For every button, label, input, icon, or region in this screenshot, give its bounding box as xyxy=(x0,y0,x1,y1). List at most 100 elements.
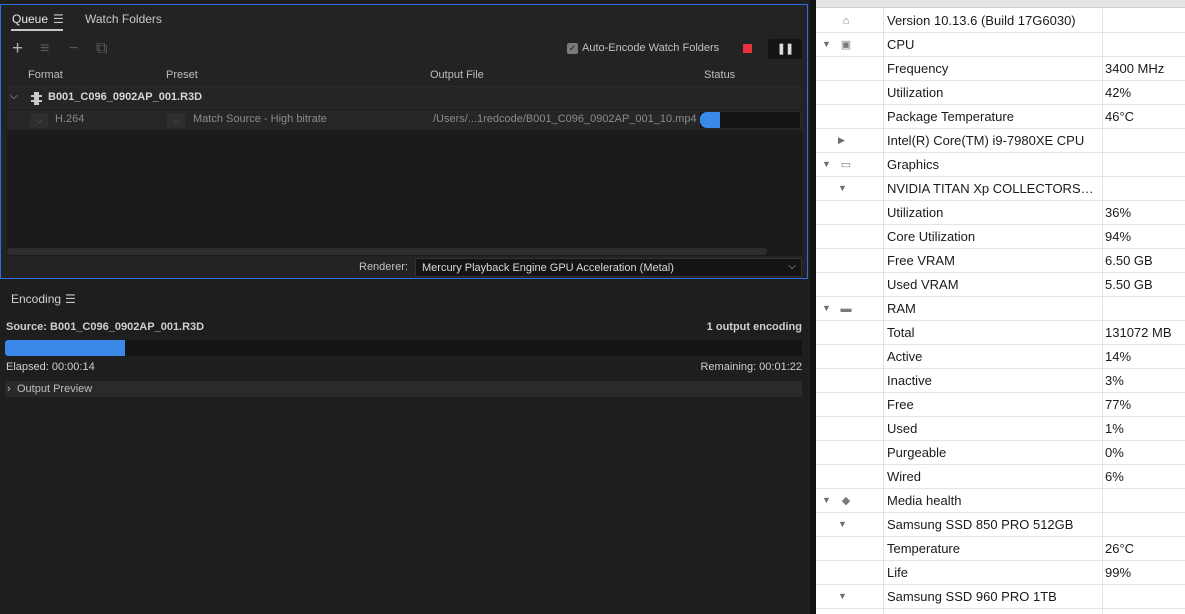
monitor-row-label: Purgeable xyxy=(887,445,947,460)
monitor-row-label: Core Utilization xyxy=(887,229,976,244)
monitor-row[interactable]: Utilization 36% xyxy=(816,201,1185,225)
film-clip-icon xyxy=(31,92,42,105)
encoding-title[interactable]: Encoding xyxy=(11,292,61,306)
monitor-row[interactable]: Temperature 26°C xyxy=(816,537,1185,561)
monitor-row[interactable]: ▼ ▣ CPU xyxy=(816,33,1185,57)
renderer-label: Renderer: xyxy=(359,261,408,273)
disclosure-right-icon[interactable]: ▶ xyxy=(838,135,845,146)
monitor-row-label: Free xyxy=(887,397,914,412)
monitor-row[interactable]: ▼ ◆ Media health xyxy=(816,489,1185,513)
monitor-row[interactable]: Inactive 3% xyxy=(816,369,1185,393)
output-file-path[interactable]: /Users/...1redcode/B001_C096_0902AP_001_… xyxy=(433,113,697,125)
settings-icon[interactable]: ≡ xyxy=(40,39,49,59)
encoding-output-count: 1 output encoding xyxy=(706,321,802,333)
disclosure-down-icon[interactable]: ▼ xyxy=(822,495,831,505)
monitor-row-value: 46°C xyxy=(1105,109,1135,124)
monitor-row[interactable]: Total 131072 MB xyxy=(816,321,1185,345)
os-icon: ⌂ xyxy=(842,15,850,27)
monitor-row[interactable]: Free VRAM 6.50 GB xyxy=(816,249,1185,273)
monitor-row[interactable]: ⌂ Version 10.13.6 (Build 17G6030) xyxy=(816,9,1185,33)
column-format[interactable]: Format xyxy=(28,69,63,81)
monitor-row[interactable]: Package Temperature 46°C xyxy=(816,105,1185,129)
queue-panel: Queue ☰ Watch Folders + ≡ − ⧉ ✓ Auto-Enc… xyxy=(0,4,808,279)
monitor-row[interactable]: Frequency 3400 MHz xyxy=(816,57,1185,81)
remove-icon[interactable]: − xyxy=(69,39,78,59)
queue-panel-menu-icon[interactable]: ☰ xyxy=(53,12,64,26)
renderer-select[interactable]: Mercury Playback Engine GPU Acceleration… xyxy=(415,258,802,277)
stop-button[interactable] xyxy=(743,44,752,53)
monitor-row[interactable]: Used 1% xyxy=(816,417,1185,441)
monitor-row-value: 99% xyxy=(1105,565,1132,580)
monitor-row[interactable]: ▶ Intel(R) Core(TM) i9-7980XE CPU xyxy=(816,129,1185,153)
disclosure-down-icon[interactable]: ▼ xyxy=(838,591,847,601)
preset-dropdown-icon[interactable]: ⌵ xyxy=(167,113,185,128)
monitor-row[interactable]: Core Utilization 94% xyxy=(816,225,1185,249)
monitor-row-value: 6.50 GB xyxy=(1105,253,1153,268)
monitor-row[interactable]: ▼ NVIDIA TITAN Xp COLLECTORS… xyxy=(816,177,1185,201)
source-file-name: B001_C096_0902AP_001.R3D xyxy=(48,91,203,103)
output-status-progress-fill xyxy=(700,112,720,128)
elapsed-time: Elapsed: 00:00:14 xyxy=(6,361,95,373)
output-preview-toggle[interactable]: › Output Preview xyxy=(5,381,802,397)
ram-icon: ▬ xyxy=(840,303,852,315)
monitor-row[interactable]: Free 77% xyxy=(816,393,1185,417)
monitor-row-label: Temperature xyxy=(887,541,960,556)
auto-encode-toggle[interactable]: ✓ Auto-Encode Watch Folders xyxy=(567,42,719,54)
monitor-row-label: Used VRAM xyxy=(887,277,959,292)
column-output-file[interactable]: Output File xyxy=(430,69,484,81)
monitor-outline: ⌂ Version 10.13.6 (Build 17G6030) ▼ ▣ CPU Fre… xyxy=(816,9,1185,609)
disclosure-down-icon[interactable]: ▼ xyxy=(822,39,831,49)
format-dropdown-icon[interactable]: ⌵ xyxy=(30,113,48,128)
gpu-icon: ▭ xyxy=(840,159,852,171)
encoding-source: Source: B001_C096_0902AP_001.R3D xyxy=(6,321,205,333)
disclosure-down-icon[interactable]: ▼ xyxy=(822,303,831,313)
active-tab-underline xyxy=(11,29,63,31)
add-icon[interactable]: + xyxy=(12,39,23,59)
monitor-row-value: 131072 MB xyxy=(1105,325,1172,340)
chevron-down-icon: ⌵ xyxy=(788,261,796,272)
queue-horizontal-scrollbar[interactable] xyxy=(7,248,767,255)
chevron-down-icon[interactable]: ⌵ xyxy=(10,91,18,102)
monitor-row-label: Samsung SSD 960 PRO 1TB xyxy=(887,589,1057,604)
monitor-row-label: Package Temperature xyxy=(887,109,1014,124)
system-monitor-panel: ⌂ Version 10.13.6 (Build 17G6030) ▼ ▣ CPU Fre… xyxy=(816,0,1185,614)
queue-output-row[interactable]: ⌵ H.264 ⌵ Match Source - High bitrate /U… xyxy=(7,110,802,130)
monitor-row[interactable]: Used VRAM 5.50 GB xyxy=(816,273,1185,297)
encoding-progress-bar xyxy=(5,340,802,356)
tab-watch-folders[interactable]: Watch Folders xyxy=(85,12,162,26)
monitor-row[interactable]: ▼ ▭ Graphics xyxy=(816,153,1185,177)
monitor-row-label: Frequency xyxy=(887,61,949,76)
monitor-row-value: 1% xyxy=(1105,421,1124,436)
monitor-row-label: Samsung SSD 850 PRO 512GB xyxy=(887,517,1074,532)
monitor-row[interactable]: Purgeable 0% xyxy=(816,441,1185,465)
output-preset[interactable]: Match Source - High bitrate xyxy=(193,113,327,125)
monitor-row[interactable]: Utilization 42% xyxy=(816,81,1185,105)
output-format[interactable]: H.264 xyxy=(55,113,84,125)
pause-button[interactable]: ❚❚ xyxy=(768,39,802,59)
monitor-row[interactable]: ▼ ▬ RAM xyxy=(816,297,1185,321)
auto-encode-checkbox[interactable]: ✓ xyxy=(567,42,578,54)
monitor-row-value: 94% xyxy=(1105,229,1132,244)
disclosure-down-icon[interactable]: ▼ xyxy=(822,159,831,169)
monitor-row[interactable]: Life 99% xyxy=(816,561,1185,585)
column-status[interactable]: Status xyxy=(704,69,735,81)
disclosure-down-icon[interactable]: ▼ xyxy=(838,183,847,193)
queue-column-headers: Format Preset Output File Status xyxy=(1,69,807,85)
queue-source-row[interactable]: ⌵ B001_C096_0902AP_001.R3D xyxy=(7,87,802,109)
auto-encode-label: Auto-Encode Watch Folders xyxy=(582,42,720,54)
encoding-panel-menu-icon[interactable]: ☰ xyxy=(65,292,76,306)
duplicate-icon[interactable]: ⧉ xyxy=(96,39,107,59)
column-preset[interactable]: Preset xyxy=(166,69,198,81)
monitor-row-value: 3% xyxy=(1105,373,1124,388)
monitor-row[interactable]: Wired 6% xyxy=(816,465,1185,489)
tab-queue[interactable]: Queue xyxy=(12,12,48,26)
monitor-row[interactable]: Active 14% xyxy=(816,345,1185,369)
monitor-row-label: Intel(R) Core(TM) i9-7980XE CPU xyxy=(887,133,1085,148)
renderer-value: Mercury Playback Engine GPU Acceleration… xyxy=(422,262,674,274)
disclosure-down-icon[interactable]: ▼ xyxy=(838,519,847,529)
monitor-row[interactable]: ▼ Samsung SSD 960 PRO 1TB xyxy=(816,585,1185,609)
disk-icon: ◆ xyxy=(841,495,851,507)
monitor-row-value: 36% xyxy=(1105,205,1132,220)
monitor-row[interactable]: ▼ Samsung SSD 850 PRO 512GB xyxy=(816,513,1185,537)
monitor-row-label: Graphics xyxy=(887,157,940,172)
